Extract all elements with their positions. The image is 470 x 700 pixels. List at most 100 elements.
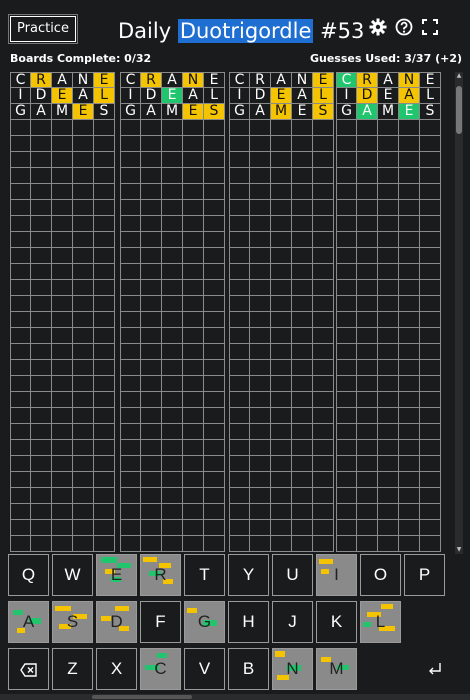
board-row <box>336 152 441 168</box>
backspace-key[interactable] <box>8 648 49 690</box>
key-w[interactable]: W <box>52 554 93 596</box>
key-x[interactable]: X <box>96 648 137 690</box>
letter-tile <box>52 536 73 552</box>
header: Practice Daily Duotrigordle #53 <box>0 0 470 52</box>
key-l[interactable]: L <box>360 601 401 643</box>
letter-tile <box>229 280 250 296</box>
scroll-up-icon[interactable]: ▲ <box>455 72 463 80</box>
board-row <box>336 392 441 408</box>
board-row <box>229 136 334 152</box>
board-row <box>336 120 441 136</box>
key-f[interactable]: F <box>140 601 181 643</box>
letter-tile <box>52 248 73 264</box>
letter-tile <box>292 184 313 200</box>
letter-tile <box>399 520 420 536</box>
settings-gear-icon[interactable] <box>369 16 387 38</box>
key-c[interactable]: C <box>140 648 181 690</box>
board-row <box>336 472 441 488</box>
key-s[interactable]: S <box>52 601 93 643</box>
help-circle-icon[interactable] <box>395 16 413 38</box>
letter-tile: R <box>31 72 52 88</box>
key-q[interactable]: Q <box>8 554 49 596</box>
letter-tile <box>292 264 313 280</box>
key-j[interactable]: J <box>272 601 313 643</box>
letter-tile <box>336 408 357 424</box>
letter-tile <box>250 536 271 552</box>
letter-tile <box>141 248 162 264</box>
letter-tile <box>52 232 73 248</box>
letter-tile <box>183 312 204 328</box>
key-r[interactable]: R <box>140 554 181 596</box>
horizontal-scrollbar[interactable] <box>0 694 470 700</box>
scroll-thumb[interactable] <box>456 86 462 134</box>
board-row <box>229 360 334 376</box>
letter-tile <box>271 152 292 168</box>
key-label: K <box>330 612 343 631</box>
key-t[interactable]: T <box>184 554 225 596</box>
key-label: B <box>242 659 255 678</box>
horizontal-scroll-thumb[interactable] <box>92 695 192 699</box>
letter-tile <box>313 520 334 536</box>
letter-tile <box>10 280 31 296</box>
key-b[interactable]: B <box>228 648 269 690</box>
letter-tile: A <box>271 72 292 88</box>
letter-tile <box>399 264 420 280</box>
scroll-down-icon[interactable]: ▼ <box>455 546 463 554</box>
letter-tile <box>52 264 73 280</box>
letter-tile <box>204 120 225 136</box>
letter-tile <box>204 152 225 168</box>
key-v[interactable]: V <box>184 648 225 690</box>
letter-tile: S <box>94 104 115 120</box>
letter-tile <box>336 136 357 152</box>
letter-tile: A <box>378 72 399 88</box>
letter-tile: A <box>292 88 313 104</box>
key-o[interactable]: O <box>360 554 401 596</box>
letter-tile <box>120 168 141 184</box>
letter-tile <box>31 392 52 408</box>
letter-tile <box>271 344 292 360</box>
key-n[interactable]: N <box>272 648 313 690</box>
letter-tile <box>94 360 115 376</box>
enter-key[interactable] <box>369 648 457 690</box>
letter-tile <box>73 120 94 136</box>
board-row: GAMES <box>229 104 334 120</box>
letter-tile <box>73 328 94 344</box>
key-m[interactable]: M <box>316 648 357 690</box>
letter-tile <box>10 504 31 520</box>
key-i[interactable]: I <box>316 554 357 596</box>
letter-tile <box>313 440 334 456</box>
guesses-used-text: Guesses Used: 3/37 (+2) <box>309 52 462 65</box>
letter-tile <box>292 392 313 408</box>
board-row <box>229 408 334 424</box>
key-g[interactable]: G <box>184 601 225 643</box>
letter-tile <box>73 312 94 328</box>
key-e[interactable]: E <box>96 554 137 596</box>
letter-tile <box>313 472 334 488</box>
board-row: IDEAL <box>120 88 225 104</box>
letter-tile <box>313 120 334 136</box>
letter-tile <box>378 440 399 456</box>
key-p[interactable]: P <box>404 554 445 596</box>
practice-button[interactable]: Practice <box>8 14 78 44</box>
fullscreen-icon[interactable] <box>421 16 439 38</box>
key-z[interactable]: Z <box>52 648 93 690</box>
key-k[interactable]: K <box>316 601 357 643</box>
letter-tile: D <box>250 88 271 104</box>
letter-tile <box>162 248 183 264</box>
board-row: CRANE <box>336 72 441 88</box>
letter-tile <box>94 488 115 504</box>
letter-tile <box>336 184 357 200</box>
key-board-hint <box>381 604 393 609</box>
key-u[interactable]: U <box>272 554 313 596</box>
letter-tile <box>271 472 292 488</box>
board-row: GAMES <box>120 104 225 120</box>
board-row <box>229 280 334 296</box>
key-y[interactable]: Y <box>228 554 269 596</box>
key-a[interactable]: A <box>8 601 49 643</box>
board-row <box>336 248 441 264</box>
boards-scrollbar[interactable]: ▲ ▼ <box>455 72 463 554</box>
key-h[interactable]: H <box>228 601 269 643</box>
key-d[interactable]: D <box>96 601 137 643</box>
letter-tile <box>162 328 183 344</box>
board-row <box>336 360 441 376</box>
